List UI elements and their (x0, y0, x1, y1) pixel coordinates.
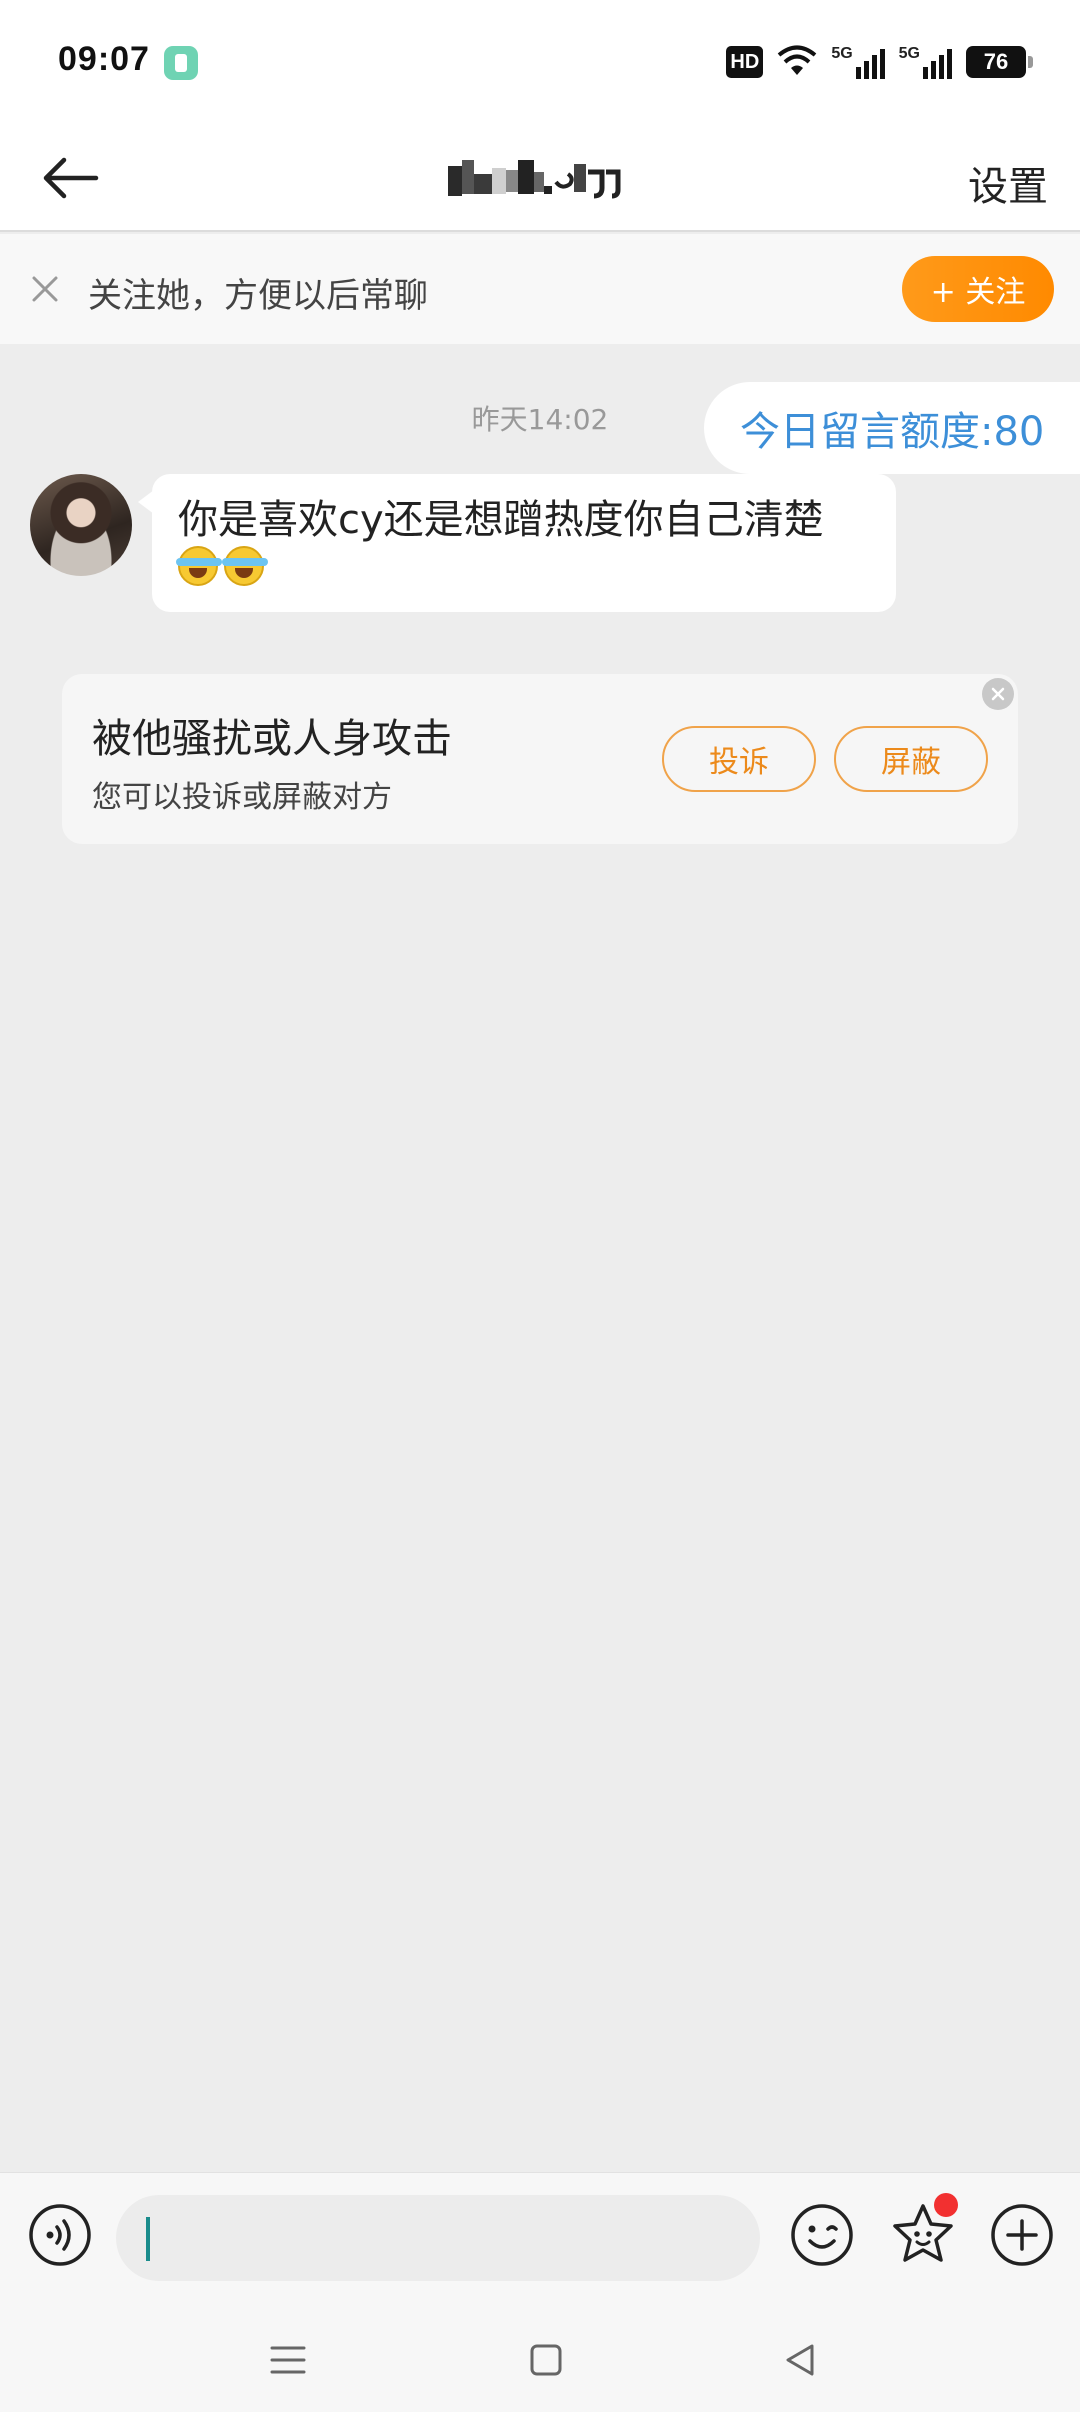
close-icon (991, 687, 1005, 701)
emoji-icon[interactable] (790, 2203, 854, 2267)
follow-banner-text: 关注她，方便以后常聊 (88, 276, 428, 316)
chat-title-obscured (448, 156, 648, 202)
signal-label: 5G (898, 45, 920, 62)
status-bar: 09:07 HD 5G 5G 76 (0, 0, 1080, 126)
card-close-button[interactable] (982, 678, 1014, 710)
message-input[interactable] (116, 2195, 760, 2281)
app-notification-icon (164, 46, 198, 80)
signal-5g-icon: 5G (899, 45, 952, 79)
status-time: 09:07 (58, 40, 150, 78)
hd-icon: HD (726, 46, 764, 78)
follow-button-label: + 关注 (930, 275, 1026, 310)
close-icon (32, 276, 58, 302)
signal-label: 5G (831, 45, 853, 62)
back-button[interactable] (30, 146, 110, 210)
sender-avatar[interactable] (30, 474, 132, 576)
harassment-report-card: 被他骚扰或人身攻击 您可以投诉或屏蔽对方 投诉 屏蔽 (62, 674, 1018, 844)
complain-button[interactable]: 投诉 (662, 726, 816, 792)
text-caret (146, 2217, 150, 2261)
status-icons: HD 5G 5G 76 (726, 40, 1033, 84)
system-nav-bar (0, 2304, 1080, 2412)
message-input-bar (0, 2172, 1080, 2304)
card-title: 被他骚扰或人身攻击 (92, 716, 452, 762)
laugh-cry-emoji (222, 546, 268, 586)
follow-button[interactable]: + 关注 (902, 256, 1054, 322)
block-button[interactable]: 屏蔽 (834, 726, 988, 792)
signal-5g-icon: 5G (831, 45, 885, 79)
incoming-message-bubble[interactable]: 你是喜欢cy还是想蹭热度你自己清楚 (138, 474, 896, 612)
battery-icon: 76 (966, 46, 1033, 78)
banner-close-button[interactable] (24, 268, 66, 310)
settings-button[interactable]: 设置 (968, 154, 1048, 212)
notification-dot (934, 2193, 958, 2217)
chat-header: 设置 (0, 126, 1080, 232)
arrow-left-icon (43, 157, 99, 199)
follow-banner: 关注她，方便以后常聊 + 关注 (0, 234, 1080, 344)
home-icon[interactable] (526, 2340, 566, 2380)
menu-icon[interactable] (268, 2340, 308, 2380)
wifi-icon (778, 45, 817, 75)
voice-icon[interactable] (28, 2203, 92, 2267)
message-emoji-row (176, 546, 870, 586)
back-triangle-icon[interactable] (780, 2340, 820, 2380)
card-subtitle: 您可以投诉或屏蔽对方 (92, 780, 392, 815)
message-text: 你是喜欢cy还是想蹭热度你自己清楚 (178, 497, 824, 543)
message-quota-badge: 今日留言额度:80 (704, 382, 1080, 474)
plus-icon[interactable] (990, 2203, 1054, 2267)
laugh-cry-emoji (176, 546, 222, 586)
